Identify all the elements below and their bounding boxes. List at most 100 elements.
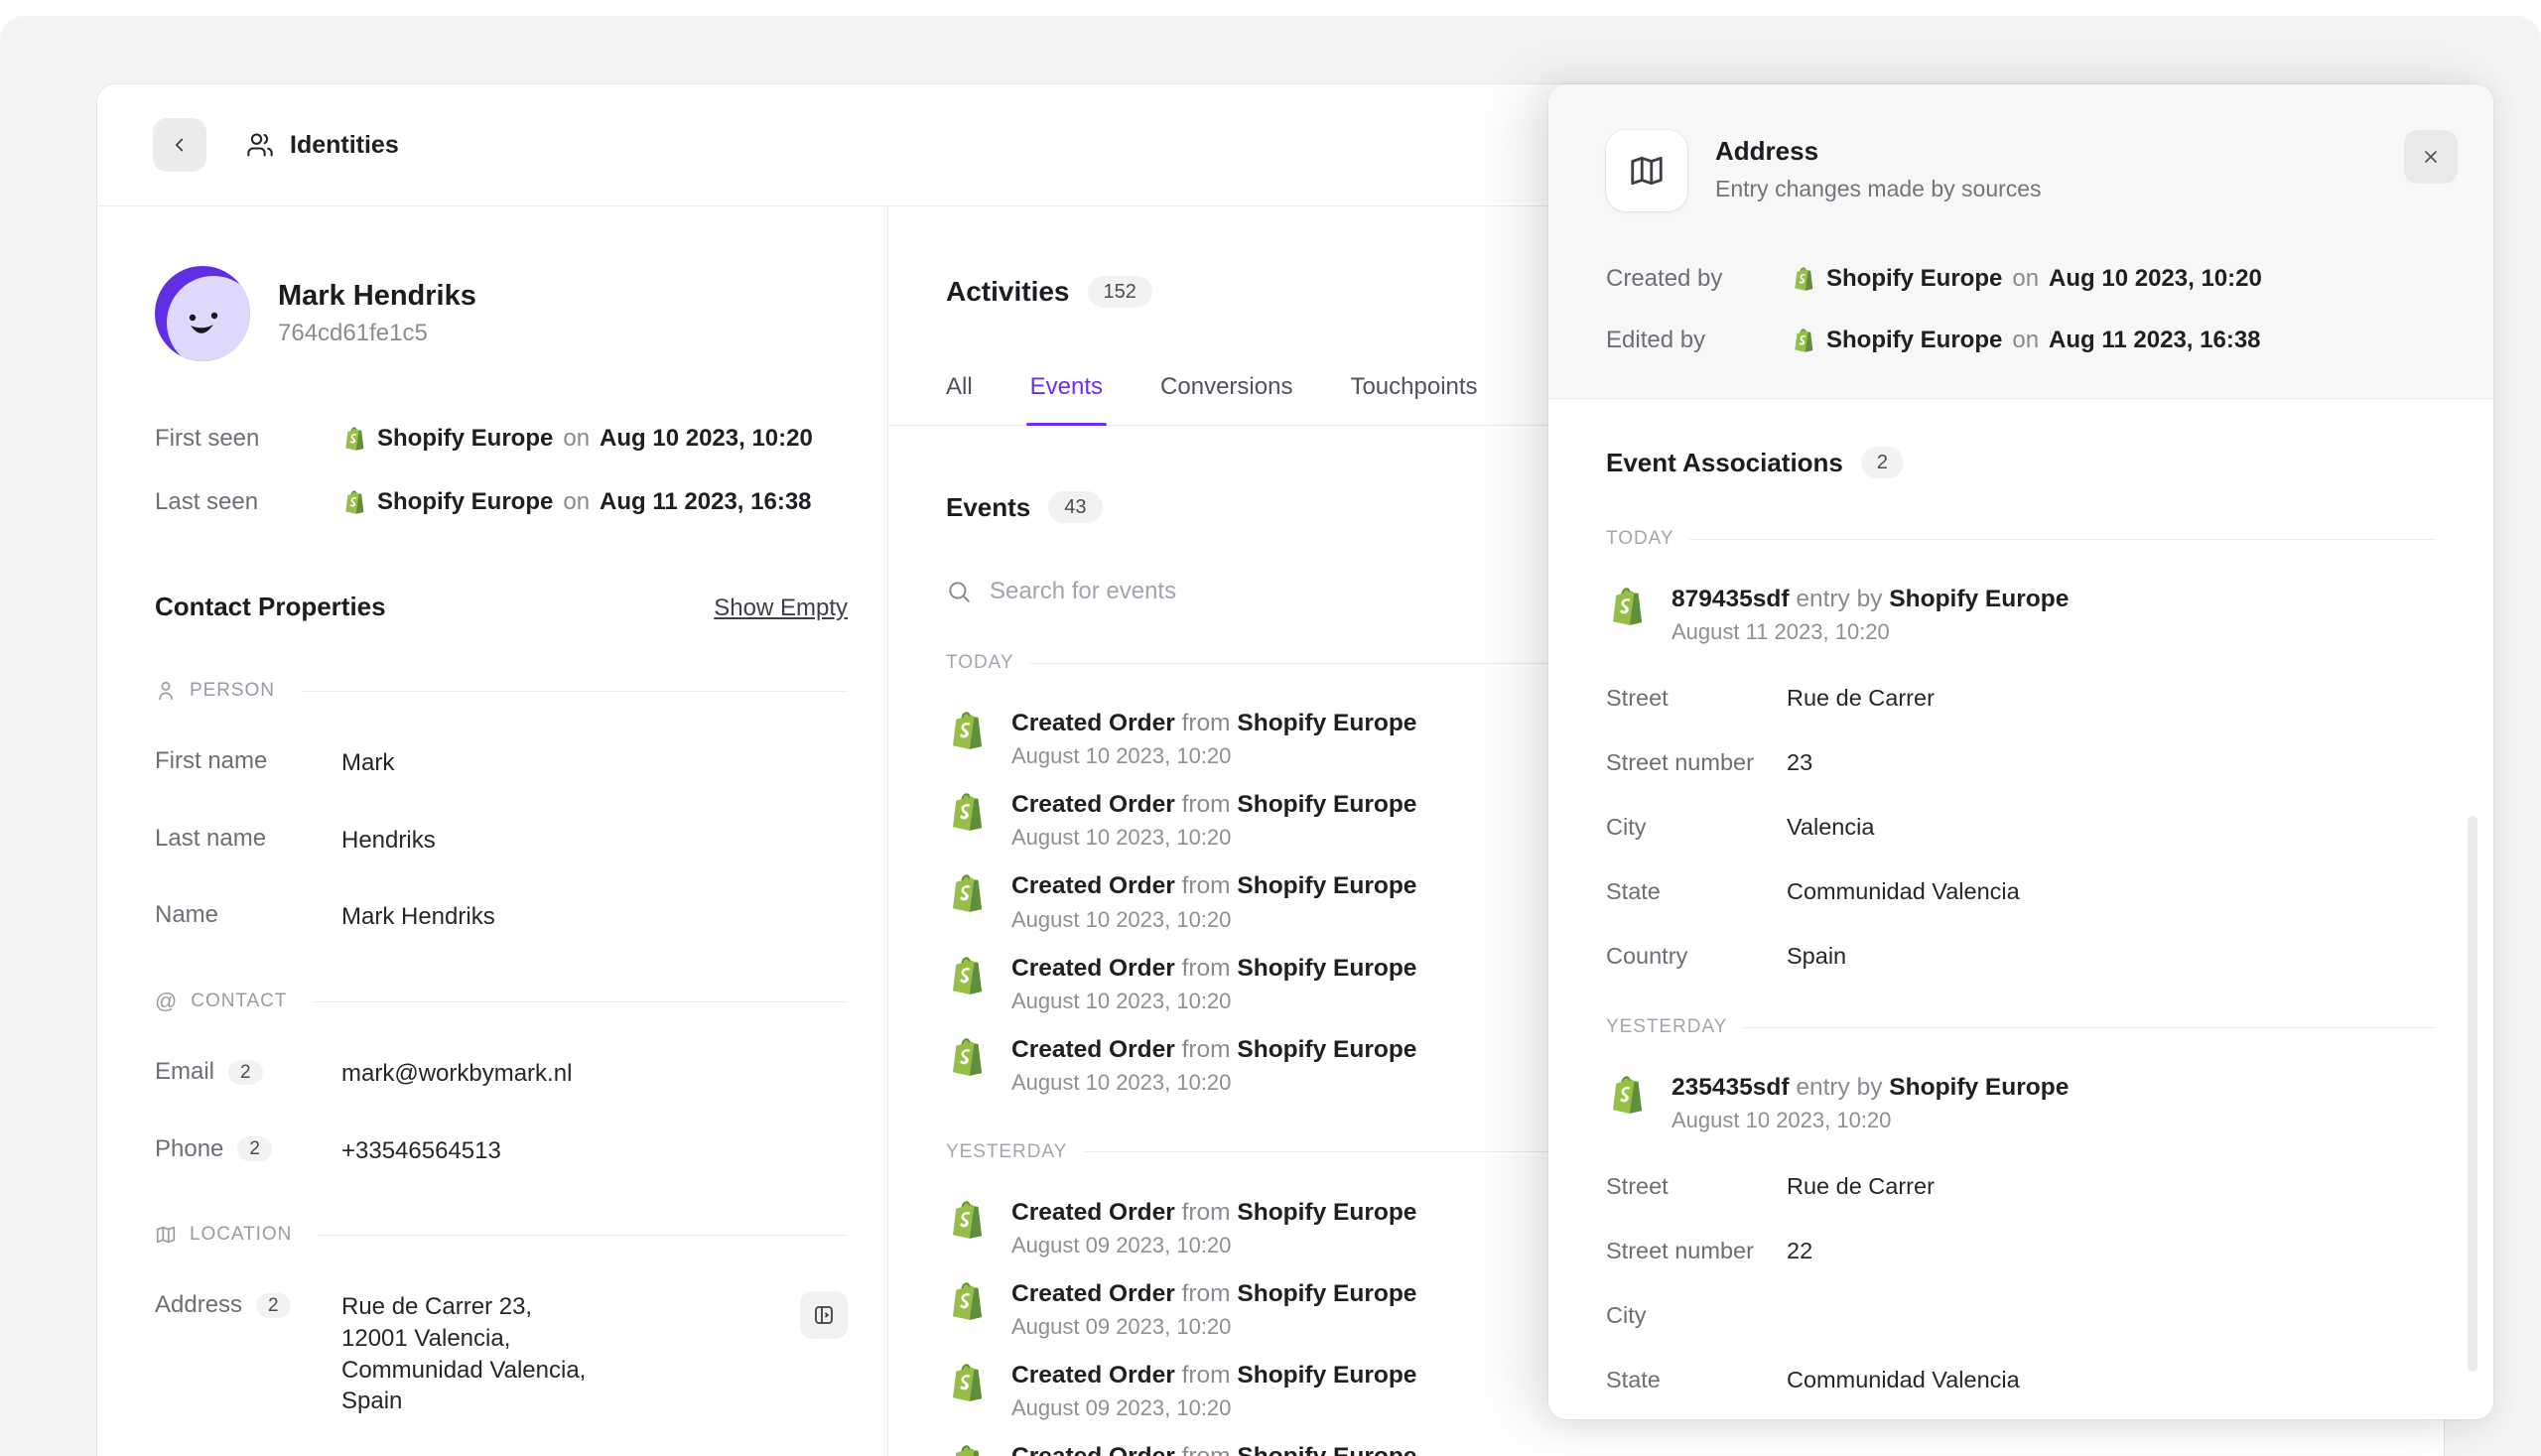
at-icon: @ — [155, 991, 178, 1012]
count-badge: 2 — [237, 1136, 272, 1161]
activities-title: Activities — [946, 276, 1070, 308]
shopify-icon — [946, 872, 988, 914]
count-badge: 2 — [256, 1293, 291, 1318]
shopify-icon — [946, 1443, 988, 1456]
tab-touchpoints[interactable]: Touchpoints — [1350, 373, 1477, 425]
shopify-icon — [946, 1280, 988, 1322]
event-associations-title: Event Associations — [1606, 448, 1843, 478]
first-seen-label: First seen — [155, 425, 341, 453]
first-seen-row: First seen Shopify Europe on Aug 10 2023… — [155, 425, 848, 453]
chevron-left-icon — [169, 134, 191, 156]
breadcrumb: Identities — [246, 131, 399, 160]
users-icon — [246, 131, 274, 159]
property-row: Last name Hendriks — [155, 825, 848, 857]
address-field-row: City Valencia — [1606, 814, 2436, 842]
count-badge: 2 — [228, 1060, 263, 1085]
location-section-header: LOCATION — [155, 1224, 848, 1246]
event-list-item[interactable]: Created Order from Shopify Europe August… — [946, 1443, 2444, 1456]
event-date: August 10 2023, 10:20 — [1011, 907, 1416, 933]
associations-count-badge: 2 — [1861, 447, 1904, 478]
close-panel-button[interactable] — [2404, 130, 2458, 184]
shopify-icon — [946, 710, 988, 751]
event-date: August 10 2023, 10:20 — [1011, 989, 1416, 1014]
divider — [302, 691, 848, 692]
last-seen-date: Aug 11 2023, 16:38 — [600, 488, 811, 516]
shopify-icon — [946, 1199, 988, 1241]
shopify-icon — [1791, 328, 1816, 353]
shopify-icon — [1606, 586, 1648, 627]
entry-date: August 11 2023, 10:20 — [1672, 619, 2069, 645]
shopify-icon — [341, 489, 367, 515]
tab-conversions[interactable]: Conversions — [1160, 373, 1292, 425]
address-field-row: Street number 22 — [1606, 1238, 2436, 1265]
association-entry: 879435sdf entry by Shopify Europe August… — [1606, 586, 2436, 645]
property-row: Name Mark Hendriks — [155, 901, 848, 933]
address-field-row: Country Spain — [1606, 943, 2436, 971]
identity-id: 764cd61fe1c5 — [278, 320, 476, 347]
last-seen-label: Last seen — [155, 488, 341, 516]
event-date: August 09 2023, 10:20 — [1011, 1233, 1416, 1258]
address-panel-body: Event Associations 2 TODAY 879435sdf ent… — [1548, 399, 2493, 1419]
shopify-icon — [946, 791, 988, 833]
tab-events[interactable]: Events — [1030, 373, 1103, 425]
divider — [314, 1001, 848, 1002]
identity-header: Mark Hendriks 764cd61fe1c5 — [155, 266, 848, 361]
address-field-row: Street number 23 — [1606, 749, 2436, 777]
shopify-icon — [1791, 266, 1816, 292]
association-entry: 235435sdf entry by Shopify Europe August… — [1606, 1074, 2436, 1133]
map-tile — [1606, 130, 1687, 211]
close-icon — [2421, 147, 2441, 167]
address-field-row: City — [1606, 1302, 2436, 1330]
day-group-label: TODAY — [1606, 528, 2436, 550]
avatar — [155, 266, 250, 361]
tab-all[interactable]: All — [946, 373, 973, 425]
activities-count-badge: 152 — [1088, 276, 1152, 308]
map-icon — [155, 1224, 177, 1246]
map-icon — [1628, 152, 1666, 190]
open-address-panel-button[interactable] — [800, 1291, 848, 1339]
email-value: mark@workbymark.nl — [341, 1058, 572, 1090]
shopify-icon — [1606, 1074, 1648, 1116]
source-name: Shopify Europe — [377, 425, 553, 453]
source-name: Shopify Europe — [377, 488, 553, 516]
search-input[interactable] — [988, 577, 1408, 606]
event-date: August 09 2023, 10:20 — [1011, 1314, 1416, 1340]
entry-id: 235435sdf — [1672, 1074, 1790, 1101]
back-button[interactable] — [153, 118, 206, 172]
divider — [319, 1235, 848, 1236]
property-row: First name Mark — [155, 747, 848, 779]
shopify-icon — [946, 955, 988, 996]
last-seen-row: Last seen Shopify Europe on Aug 11 2023,… — [155, 488, 848, 516]
event-date: August 09 2023, 10:20 — [1011, 1395, 1416, 1421]
event-date: August 10 2023, 10:20 — [1011, 825, 1416, 851]
show-empty-link[interactable]: Show Empty — [714, 595, 848, 622]
shopify-icon — [946, 1036, 988, 1078]
property-row: Email 2 mark@workbymark.nl — [155, 1058, 848, 1090]
address-field-row: State Communidad Valencia — [1606, 1367, 2436, 1394]
identity-name: Mark Hendriks — [278, 280, 476, 313]
created-by-row: Created by Shopify Europe on Aug 10 2023… — [1606, 265, 2436, 293]
search-icon — [946, 579, 972, 604]
events-title: Events — [946, 492, 1030, 523]
person-section-header: PERSON — [155, 680, 848, 702]
event-date: August 10 2023, 10:20 — [1011, 743, 1416, 769]
events-count-badge: 43 — [1048, 491, 1102, 523]
day-group-label: YESTERDAY — [1606, 1016, 2436, 1038]
address-panel-header: Address Entry changes made by sources Cr… — [1548, 84, 2493, 399]
address-detail-panel: Address Entry changes made by sources Cr… — [1548, 84, 2493, 1419]
contact-section-header: @ CONTACT — [155, 991, 848, 1012]
address-field-row: Street Rue de Carrer — [1606, 1173, 2436, 1201]
address-row: Address 2 Rue de Carrer 23, 12001 Valenc… — [155, 1291, 848, 1417]
entry-id: 879435sdf — [1672, 586, 1790, 612]
panel-title: Address — [1715, 136, 2042, 167]
panel-expand-icon — [812, 1303, 836, 1327]
contact-properties-title: Contact Properties — [155, 592, 386, 622]
panel-scrollbar[interactable] — [2468, 816, 2477, 1372]
address-field-row: Street Rue de Carrer — [1606, 685, 2436, 713]
phone-value: +33546564513 — [341, 1135, 501, 1167]
person-icon — [155, 680, 177, 702]
identity-summary-column: Mark Hendriks 764cd61fe1c5 First seen Sh… — [97, 206, 888, 1456]
edited-by-row: Edited by Shopify Europe on Aug 11 2023,… — [1606, 327, 2436, 354]
page-title: Identities — [290, 131, 399, 160]
address-value: Rue de Carrer 23, 12001 Valencia, Commun… — [341, 1291, 586, 1417]
